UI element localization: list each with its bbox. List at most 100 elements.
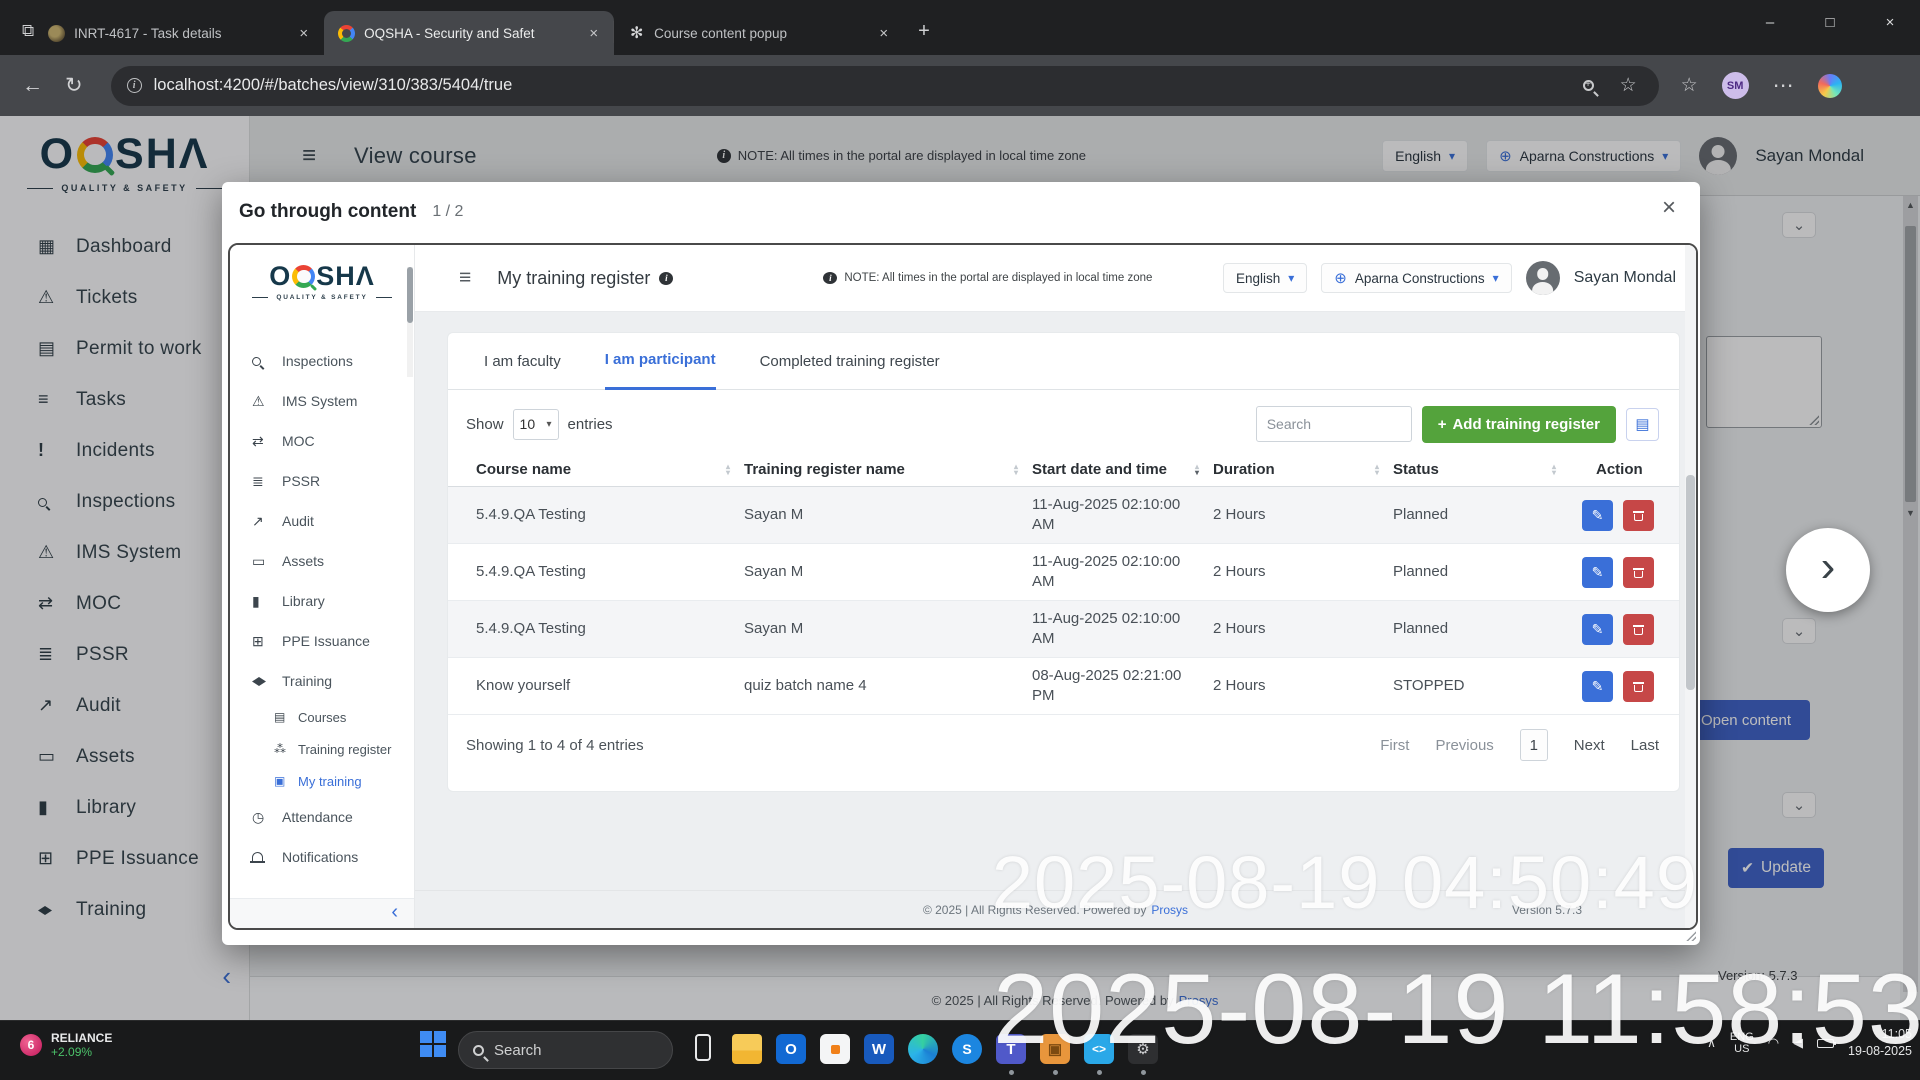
browser-tab-oqsha[interactable]: OQSHA - Security and Safet × (324, 11, 614, 55)
pagination-last[interactable]: Last (1631, 737, 1659, 754)
new-tab-button[interactable]: + (918, 20, 930, 43)
edit-button[interactable]: ✎ (1582, 671, 1613, 702)
next-content-button[interactable]: › (1786, 528, 1870, 612)
browser-tab-course-popup[interactable]: ✻ Course content popup × (614, 11, 904, 55)
edit-icon: ✎ (1592, 621, 1604, 638)
page-size-select[interactable]: 10 ▾ (513, 409, 559, 440)
frame-nav-moc[interactable]: ⇄MOC (230, 421, 414, 461)
edit-icon: ✎ (1592, 507, 1604, 524)
store-icon[interactable] (820, 1034, 850, 1064)
chevron-down-icon: ▾ (1288, 271, 1294, 285)
outlook-icon[interactable]: O (776, 1034, 806, 1064)
zoom-icon[interactable] (1583, 80, 1594, 91)
language-dropdown[interactable]: English ▾ (1223, 263, 1307, 293)
training-register-card: I am faculty I am participant Completed … (447, 332, 1680, 792)
cell-course: 5.4.9.QA Testing (448, 619, 744, 639)
pagination-first[interactable]: First (1380, 737, 1409, 754)
sidebar-collapse-icon[interactable]: ‹ (391, 901, 398, 924)
close-tab-icon[interactable]: × (295, 25, 312, 42)
browser-toolbar: ← ↻ i localhost:4200/#/batches/view/310/… (0, 55, 1920, 116)
frame-nav-courses[interactable]: ▤Courses (230, 701, 414, 733)
edit-button[interactable]: ✎ (1582, 614, 1613, 645)
menu-toggle-icon[interactable]: ≡ (459, 266, 471, 290)
info-icon[interactable]: i (659, 272, 673, 285)
file-explorer-icon[interactable] (732, 1034, 762, 1064)
url-text[interactable]: localhost:4200/#/batches/view/310/383/54… (154, 76, 1583, 95)
skype-icon[interactable]: S (952, 1034, 982, 1064)
address-bar[interactable]: i localhost:4200/#/batches/view/310/383/… (111, 66, 1659, 106)
copilot-icon[interactable] (1818, 74, 1842, 98)
edit-button[interactable]: ✎ (1582, 500, 1613, 531)
column-header-status[interactable]: Status▴▾ (1393, 461, 1570, 478)
person-card-icon: ▣ (274, 774, 298, 788)
frame-scrollbar[interactable] (1685, 245, 1696, 928)
delete-button[interactable] (1623, 614, 1654, 645)
site-info-icon[interactable]: i (127, 78, 142, 93)
add-training-register-button[interactable]: + Add training register (1422, 406, 1616, 443)
edit-button[interactable]: ✎ (1582, 557, 1613, 588)
browser-menu-icon[interactable]: ⋯ (1773, 73, 1794, 98)
browser-profile-avatar[interactable]: SM (1722, 72, 1749, 99)
pagination-page-1[interactable]: 1 (1520, 729, 1548, 761)
bookmark-star-icon[interactable]: ☆ (1620, 74, 1637, 97)
frame-nav-ims-system[interactable]: ⚠IMS System (230, 381, 414, 421)
table-row: 5.4.9.QA Testing Sayan M 11-Aug-2025 02:… (448, 544, 1679, 601)
oqsha-q-icon (292, 265, 315, 288)
cell-start: 11-Aug-2025 02:10:00 AM (1032, 609, 1213, 650)
close-icon[interactable]: × (1662, 194, 1676, 222)
frame-nav-attendance[interactable]: ◷Attendance (230, 797, 414, 837)
column-header-duration[interactable]: Duration▴▾ (1213, 461, 1393, 478)
frame-nav-pssr[interactable]: ≣PSSR (230, 461, 414, 501)
table-row: 5.4.9.QA Testing Sayan M 11-Aug-2025 02:… (448, 487, 1679, 544)
frame-nav-my-training[interactable]: ▣My training (230, 765, 414, 797)
tab-overview-icon[interactable]: ⧉ (22, 21, 34, 41)
phone-link-icon[interactable] (695, 1034, 711, 1061)
close-tab-icon[interactable]: × (875, 25, 892, 42)
plus-icon: + (1438, 416, 1447, 433)
frame-nav-training[interactable]: Training (230, 661, 414, 701)
cell-duration: 2 Hours (1213, 676, 1393, 696)
column-visibility-button[interactable]: ▤ (1626, 408, 1659, 441)
taskbar-search[interactable]: Search (458, 1031, 673, 1069)
pagination-previous[interactable]: Previous (1435, 737, 1493, 754)
scrollbar-thumb[interactable] (1686, 475, 1695, 690)
frame-nav-inspections[interactable]: Inspections (230, 341, 414, 381)
column-header-action: Action (1570, 461, 1679, 478)
search-input[interactable] (1256, 406, 1412, 442)
entries-summary: Showing 1 to 4 of 4 entries (466, 737, 644, 754)
taskbar-widget-stock[interactable]: 6 RELIANCE +2.09% (20, 1031, 112, 1059)
pagination-next[interactable]: Next (1574, 737, 1605, 754)
delete-button[interactable] (1623, 500, 1654, 531)
window-restore-button[interactable]: □ (1800, 0, 1860, 44)
word-icon[interactable]: W (864, 1034, 894, 1064)
organization-dropdown[interactable]: ⊕ Aparna Constructions ▾ (1321, 263, 1511, 293)
tab-i-am-faculty[interactable]: I am faculty (484, 333, 561, 390)
column-header-course[interactable]: Course name▴▾ (448, 461, 744, 478)
delete-button[interactable] (1623, 671, 1654, 702)
modal-resize-handle[interactable] (1684, 929, 1696, 941)
tab-i-am-participant[interactable]: I am participant (605, 333, 716, 390)
column-header-start[interactable]: Start date and time▴▾ (1032, 461, 1213, 478)
frame-nav-audit[interactable]: ↗Audit (230, 501, 414, 541)
user-avatar[interactable] (1526, 261, 1560, 295)
column-header-register[interactable]: Training register name▴▾ (744, 461, 1032, 478)
frame-nav-notifications[interactable]: Notifications (230, 837, 414, 877)
frame-sidebar-scrollbar[interactable] (407, 267, 413, 377)
timezone-note: i NOTE: All times in the portal are disp… (823, 272, 1152, 284)
favorites-list-icon[interactable]: ☆ (1681, 74, 1698, 97)
frame-nav-assets[interactable]: ▭Assets (230, 541, 414, 581)
delete-button[interactable] (1623, 557, 1654, 588)
windows-start-button[interactable] (420, 1031, 447, 1058)
frame-nav-ppe-issuance[interactable]: ⊞PPE Issuance (230, 621, 414, 661)
frame-nav-training-register[interactable]: ⁂Training register (230, 733, 414, 765)
close-tab-icon[interactable]: × (585, 25, 602, 42)
edge-icon[interactable] (908, 1034, 938, 1064)
window-close-button[interactable]: × (1860, 0, 1920, 44)
refresh-icon[interactable]: ↻ (65, 73, 83, 98)
browser-tab-task-details[interactable]: INRT-4617 - Task details × (34, 11, 324, 55)
window-minimize-button[interactable]: – (1740, 0, 1800, 44)
tab-completed-training-register[interactable]: Completed training register (760, 333, 940, 390)
frame-nav-library[interactable]: ▮Library (230, 581, 414, 621)
back-icon[interactable]: ← (22, 74, 43, 98)
cell-course: Know yourself (448, 676, 744, 696)
